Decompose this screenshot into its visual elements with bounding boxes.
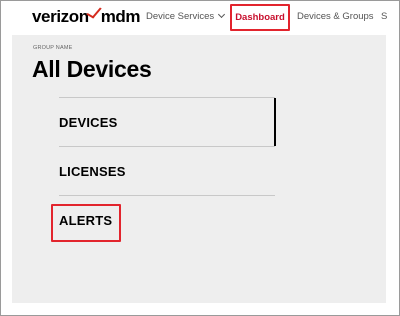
menu-item-licenses-label: LICENSES <box>59 163 126 179</box>
nav-dashboard[interactable]: Dashboard <box>230 4 290 31</box>
alerts-highlight-box <box>51 204 121 242</box>
chevron-down-icon <box>218 10 226 19</box>
nav-devices-groups[interactable]: Devices & Groups <box>297 11 374 22</box>
nav-overflow-item[interactable]: S <box>381 11 387 22</box>
app-window: verizon mdm Device Services Dashboard Dev… <box>0 0 400 316</box>
logo-wordmark: verizon <box>32 7 89 26</box>
page-title: All Devices <box>32 56 152 82</box>
menu-item-alerts[interactable]: ALERTS <box>51 195 275 244</box>
menu-item-devices-label: DEVICES <box>59 114 118 130</box>
logo-suffix: mdm <box>100 7 141 26</box>
group-name-label: GROUP NAME <box>33 45 73 51</box>
verizon-mdm-logo[interactable]: verizon mdm <box>32 4 141 29</box>
nav-overflow-label: S <box>381 11 388 22</box>
menu-item-devices[interactable]: DEVICES <box>59 97 276 146</box>
menu-item-licenses[interactable]: LICENSES <box>59 146 275 195</box>
group-menu: DEVICES LICENSES ALERTS <box>51 97 276 244</box>
nav-devices-groups-label: Devices & Groups <box>297 11 374 22</box>
nav-device-services[interactable]: Device Services <box>146 10 226 22</box>
nav-device-services-label: Device Services <box>146 11 215 22</box>
top-nav-bar: verizon mdm Device Services Dashboard Dev… <box>1 1 399 35</box>
nav-dashboard-label: Dashboard <box>235 12 285 23</box>
